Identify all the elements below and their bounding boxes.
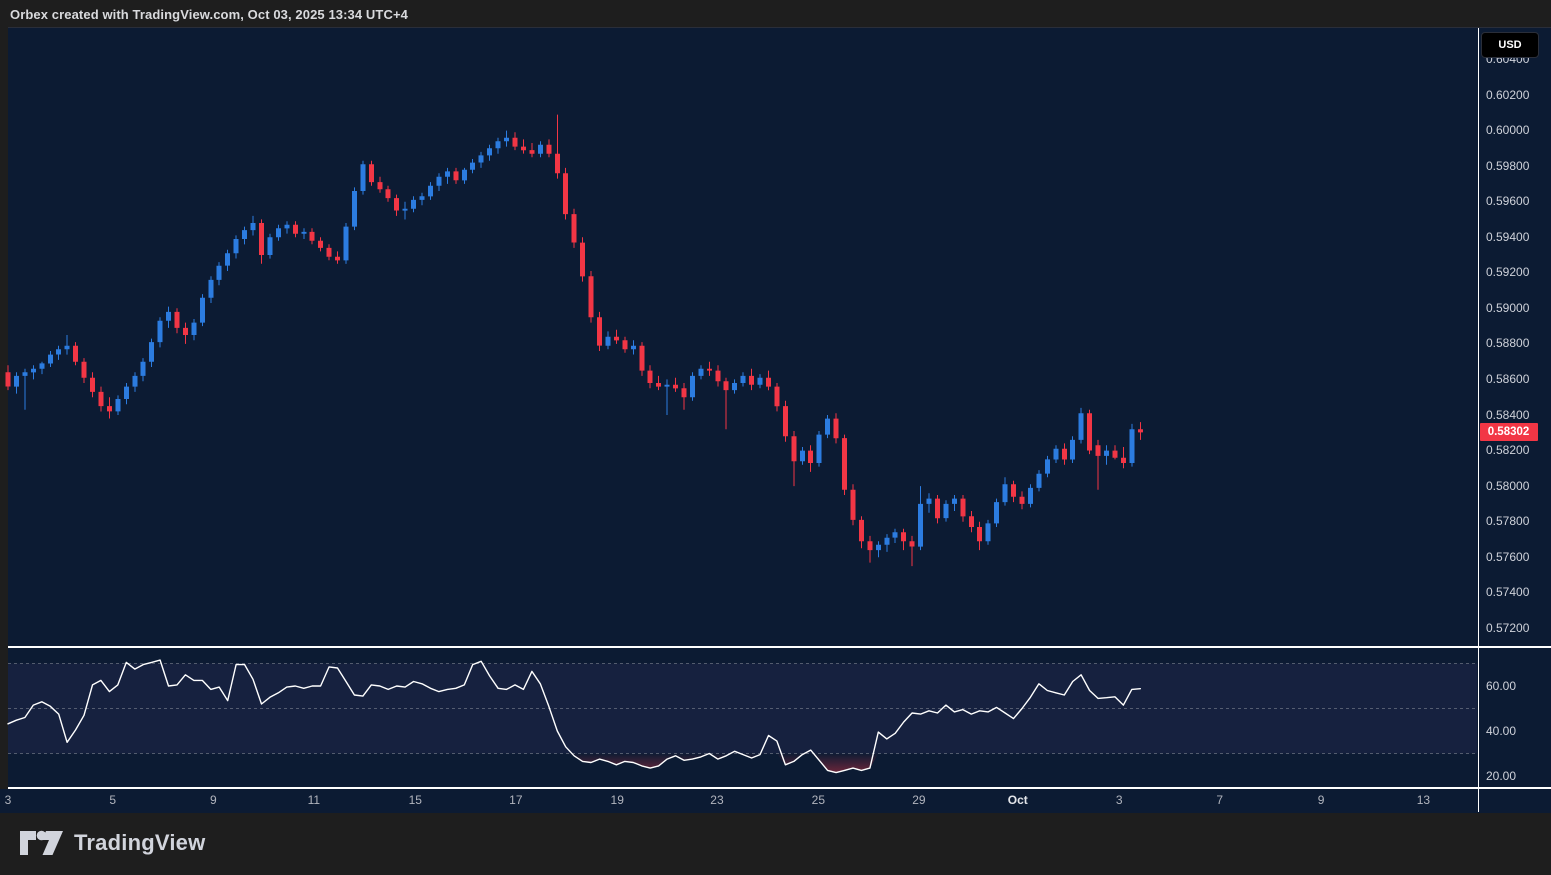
chart-canvas[interactable]	[0, 0, 1551, 875]
pane-separator[interactable]	[8, 646, 1551, 648]
tradingview-chart-window: Orbex created with TradingView.com, Oct …	[0, 0, 1551, 875]
tradingview-logo[interactable]: TradingView	[20, 830, 205, 856]
price-axis-separator	[1478, 28, 1480, 812]
time-axis-separator	[8, 787, 1551, 789]
last-price-label: 0.58302	[1480, 423, 1538, 441]
currency-badge[interactable]: USD	[1481, 32, 1539, 58]
tradingview-logo-text: TradingView	[74, 830, 205, 856]
tradingview-logo-icon	[20, 830, 64, 856]
